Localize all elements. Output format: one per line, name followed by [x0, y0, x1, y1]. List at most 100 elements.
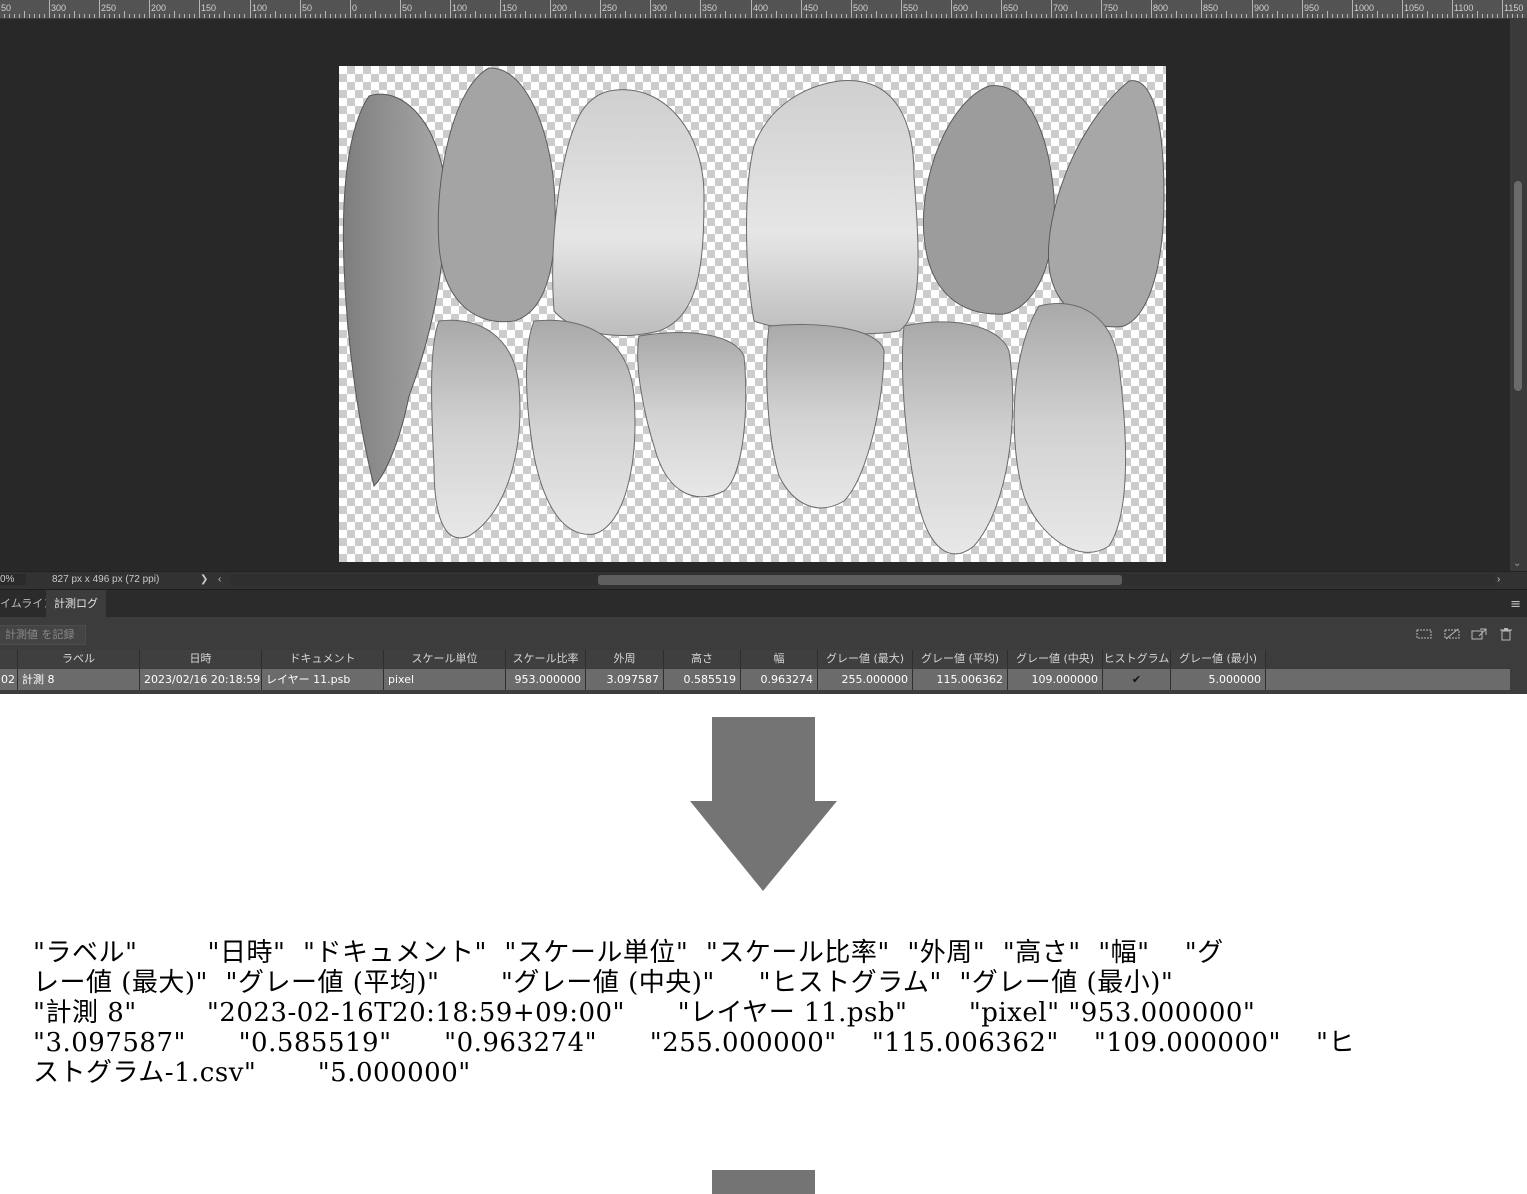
ruler-label: 50	[402, 3, 413, 13]
ruler-minor-tick	[169, 14, 170, 18]
scroll-left-arrow-icon[interactable]: ‹	[218, 574, 221, 585]
cell-gray-max: 255.000000	[818, 669, 913, 690]
ruler-minor-tick	[1412, 14, 1413, 18]
horizontal-scroll-thumb[interactable]	[598, 575, 1122, 585]
document-workspace[interactable]	[0, 19, 1510, 571]
ruler-minor-tick	[44, 14, 45, 18]
column-header-gray-median[interactable]: グレー値 (中央)	[1008, 650, 1103, 668]
ruler-minor-tick	[265, 14, 266, 18]
ruler-major-tick	[450, 0, 451, 18]
ruler-major-tick	[99, 0, 100, 18]
column-header-gray-max[interactable]: グレー値 (最大)	[818, 650, 913, 668]
ruler-major-tick	[1402, 0, 1403, 18]
ruler-minor-tick	[1347, 14, 1348, 18]
ruler-minor-tick	[670, 14, 671, 18]
record-measurements-button[interactable]: 計測値 を記録	[0, 625, 86, 645]
ruler-minor-tick	[129, 14, 130, 18]
ruler-minor-tick	[1432, 14, 1433, 18]
ruler-minor-tick	[540, 14, 541, 18]
ruler-minor-tick	[480, 14, 481, 18]
column-header-gray-mean[interactable]: グレー値 (平均)	[913, 650, 1008, 668]
ruler-minor-tick	[791, 14, 792, 18]
status-menu-arrow-icon[interactable]: ❯	[200, 574, 208, 585]
ruler-minor-tick	[1517, 14, 1518, 18]
ruler-minor-tick	[455, 14, 456, 18]
ruler-minor-tick	[365, 14, 366, 18]
ruler-minor-tick	[1066, 14, 1067, 18]
column-header-gray-min[interactable]: グレー値 (最小)	[1171, 650, 1266, 668]
ruler-label: 600	[953, 3, 969, 13]
ruler-minor-tick	[976, 11, 977, 18]
document-canvas[interactable]	[339, 66, 1166, 562]
ruler-minor-tick	[144, 14, 145, 18]
ruler-label: 100	[252, 3, 268, 13]
ruler-major-tick	[550, 0, 551, 18]
next-arrow-shaft	[712, 1170, 815, 1194]
csv-line: "ラベル" "日時" "ドキュメント" "スケール単位" "スケール比率" "外…	[33, 938, 1224, 968]
trash-icon[interactable]	[1498, 627, 1514, 641]
ruler-major-tick	[300, 0, 301, 18]
ruler-minor-tick	[776, 11, 777, 18]
ruler-minor-tick	[1277, 11, 1278, 18]
ruler-minor-tick	[475, 11, 476, 18]
horizontal-scrollbar[interactable]	[230, 574, 1495, 585]
ruler-minor-tick	[891, 14, 892, 18]
ruler-minor-tick	[194, 14, 195, 18]
column-header-histogram[interactable]: ヒストグラム	[1103, 650, 1171, 668]
ruler-minor-tick	[786, 14, 787, 18]
column-header-index[interactable]	[0, 650, 18, 668]
table-row[interactable]: 02 計測 8 2023/02/16 20:18:59 レイヤー 11.psb …	[0, 669, 1510, 690]
ruler-label: 350	[702, 3, 718, 13]
ruler-minor-tick	[1136, 14, 1137, 18]
panel-menu-icon[interactable]: ≡	[1510, 597, 1521, 612]
ruler-minor-tick	[1367, 14, 1368, 18]
ruler-minor-tick	[244, 14, 245, 18]
column-header-height[interactable]: 高さ	[664, 650, 741, 668]
ruler-minor-tick	[1031, 14, 1032, 18]
ruler-minor-tick	[460, 14, 461, 18]
ruler-label: 250	[101, 3, 117, 13]
ruler-minor-tick	[1026, 11, 1027, 18]
ruler-minor-tick	[826, 11, 827, 18]
column-header-scale-unit[interactable]: スケール単位	[384, 650, 506, 668]
ruler-minor-tick	[490, 14, 491, 18]
select-all-icon[interactable]	[1416, 627, 1432, 641]
ruler-major-tick	[149, 0, 150, 18]
ruler-label: 50	[302, 3, 313, 13]
column-header-document[interactable]: ドキュメント	[262, 650, 384, 668]
vertical-scrollbar[interactable]: ⌄	[1510, 19, 1527, 571]
column-header-scale-ratio[interactable]: スケール比率	[506, 650, 586, 668]
column-header-datetime[interactable]: 日時	[140, 650, 262, 668]
ruler-minor-tick	[320, 14, 321, 18]
ruler-minor-tick	[1181, 14, 1182, 18]
export-icon[interactable]	[1471, 627, 1487, 641]
zoom-level-field[interactable]: 0%	[0, 574, 26, 585]
ruler-label: 550	[903, 3, 919, 13]
ruler-minor-tick	[605, 14, 606, 18]
scroll-right-arrow-icon[interactable]: ›	[1497, 574, 1500, 585]
ruler-minor-tick	[1071, 14, 1072, 18]
scroll-down-arrow-icon[interactable]: ⌄	[1513, 558, 1521, 569]
vertical-scroll-thumb[interactable]	[1514, 181, 1522, 391]
ruler-label: 950	[1304, 3, 1320, 13]
ruler-minor-tick	[355, 14, 356, 18]
ruler-minor-tick	[811, 14, 812, 18]
ruler-minor-tick	[1262, 14, 1263, 18]
ruler-minor-tick	[1492, 14, 1493, 18]
ruler-minor-tick	[740, 14, 741, 18]
ruler-minor-tick	[79, 14, 80, 18]
ruler-minor-tick	[1357, 14, 1358, 18]
column-header-width[interactable]: 幅	[741, 650, 818, 668]
ruler-minor-tick	[1221, 14, 1222, 18]
status-bar: 0% 827 px x 496 px (72 ppi) ❯ ‹ ›	[0, 571, 1527, 589]
tab-measurement-log[interactable]: 計測ログ	[46, 590, 106, 618]
column-header-perimeter[interactable]: 外周	[586, 650, 664, 668]
ruler-major-tick	[751, 0, 752, 18]
ruler-minor-tick	[620, 14, 621, 18]
ruler-minor-tick	[846, 14, 847, 18]
cell-label: 計測 8	[18, 669, 140, 690]
deselect-all-icon[interactable]	[1444, 627, 1460, 641]
ruler-minor-tick	[34, 14, 35, 18]
ruler-label: 500	[853, 3, 869, 13]
column-header-label[interactable]: ラベル	[18, 650, 140, 668]
